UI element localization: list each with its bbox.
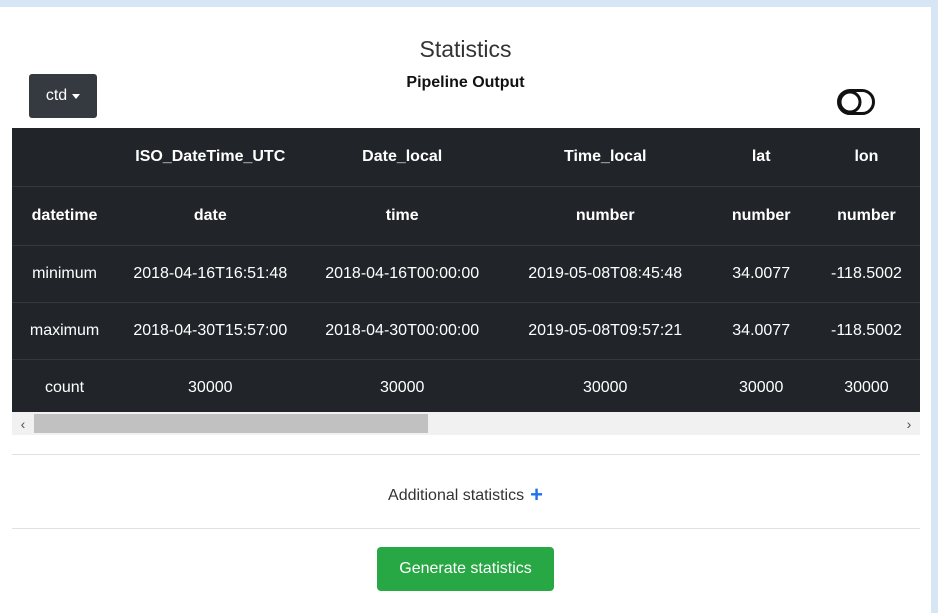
table-type-row: datetime date time number number number xyxy=(12,186,920,246)
table-cell: 30000 xyxy=(812,359,920,412)
scroll-left-arrow-icon[interactable]: ‹ xyxy=(12,412,34,435)
table-cell: 34.0077 xyxy=(709,245,813,303)
toggle-switch[interactable] xyxy=(837,89,875,120)
plus-icon[interactable]: + xyxy=(530,482,543,507)
table-cell: 30000 xyxy=(709,359,813,412)
additional-statistics-label: Additional statistics xyxy=(388,487,525,504)
statistics-table-container: ISO_DateTime_UTC Date_local Time_local l… xyxy=(12,128,920,412)
table-header-row: ISO_DateTime_UTC Date_local Time_local l… xyxy=(12,128,920,187)
type-cell: number xyxy=(812,186,920,246)
table-cell: minimum xyxy=(12,245,118,303)
table-cell: 2019-05-08T09:57:21 xyxy=(500,302,710,360)
table-cell: 34.0077 xyxy=(709,302,813,360)
dataset-dropdown[interactable]: ctd xyxy=(29,74,97,118)
horizontal-scrollbar[interactable]: ‹ › xyxy=(12,412,920,435)
table-row: count 30000 30000 30000 30000 30000 xyxy=(12,359,920,412)
type-cell: number xyxy=(500,186,710,246)
page-title: Statistics xyxy=(419,36,512,62)
header-cell: lon xyxy=(854,148,879,165)
table-cell: 2019-05-08T08:45:48 xyxy=(500,245,710,303)
table-cell: count xyxy=(12,359,118,412)
generate-statistics-button[interactable]: Generate statistics xyxy=(377,547,554,591)
header-cell xyxy=(12,128,117,187)
header-cell: ISO_DateTime_UTC xyxy=(135,148,286,165)
type-cell: date xyxy=(117,186,304,246)
scrollbar-thumb[interactable] xyxy=(34,414,428,433)
header-cell: Time_local xyxy=(564,148,647,165)
type-cell: time xyxy=(303,186,501,246)
table-cell: 2018-04-30T15:57:00 xyxy=(117,302,304,360)
toggle-icon xyxy=(837,89,875,115)
type-cell: datetime xyxy=(12,186,118,246)
section-subtitle: Pipeline Output xyxy=(406,74,525,91)
table-row: maximum 2018-04-30T15:57:00 2018-04-30T0… xyxy=(12,302,920,360)
divider xyxy=(12,528,920,529)
additional-statistics-toggle[interactable]: Additional statistics + xyxy=(0,482,931,508)
statistics-table: ISO_DateTime_UTC Date_local Time_local l… xyxy=(12,128,920,412)
table-cell: -118.5002 xyxy=(812,245,920,303)
divider xyxy=(12,454,920,455)
table-cell: 2018-04-30T00:00:00 xyxy=(303,302,501,360)
table-cell: -118.5002 xyxy=(812,302,920,360)
header-cell: Date_local xyxy=(362,148,443,165)
scroll-right-arrow-icon[interactable]: › xyxy=(898,412,920,435)
table-cell: maximum xyxy=(12,302,118,360)
dropdown-label: ctd xyxy=(45,87,68,104)
table-cell: 2018-04-16T00:00:00 xyxy=(303,245,501,303)
type-cell: number xyxy=(709,186,813,246)
caret-down-icon xyxy=(72,94,81,99)
header-cell: lat xyxy=(751,148,771,165)
table-cell: 30000 xyxy=(303,359,501,412)
table-cell: 30000 xyxy=(117,359,304,412)
table-cell: 30000 xyxy=(500,359,710,412)
table-row: minimum 2018-04-16T16:51:48 2018-04-16T0… xyxy=(12,245,920,303)
table-cell: 2018-04-16T16:51:48 xyxy=(117,245,304,303)
